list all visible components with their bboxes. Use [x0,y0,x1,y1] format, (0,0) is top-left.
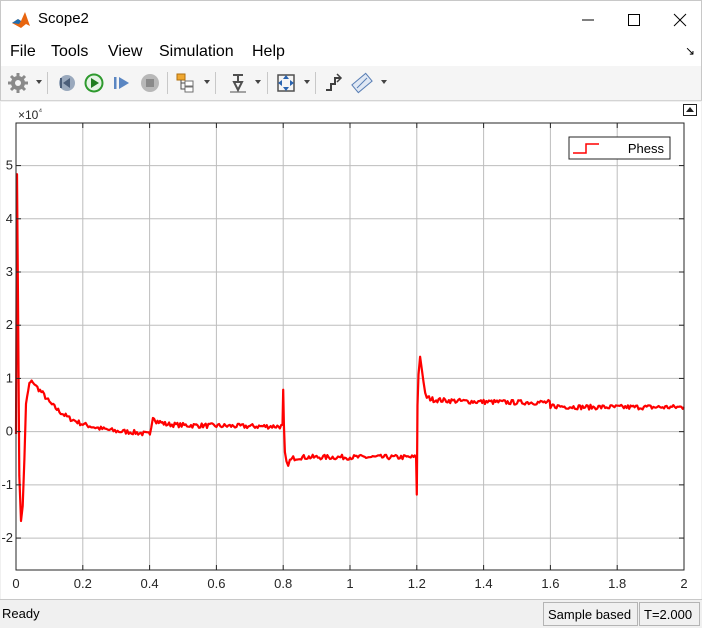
x-tick-label: 0.2 [74,576,92,591]
menu-view[interactable]: View [108,43,142,61]
y-tick-label: 5 [6,158,13,173]
minimize-icon [582,19,594,21]
minimize-button[interactable] [565,1,611,39]
x-tick-label: 1.4 [475,576,493,591]
toolbar-separator [167,72,168,94]
undock-axes-icon[interactable] [683,104,697,116]
signal-hierarchy-icon[interactable] [175,72,197,94]
close-button[interactable] [657,1,702,39]
x-tick-label: 1.2 [408,576,426,591]
legend-entry-phess: Phess [628,141,665,156]
step-back-icon[interactable] [55,72,77,94]
toolbar-separator [47,72,48,94]
x-tick-label: 2 [680,576,687,591]
stop-icon[interactable] [139,72,161,94]
status-bar: Ready Sample based T=2.000 [0,599,702,628]
x-tick-label: 1.8 [608,576,626,591]
zoom-dropdown-icon[interactable] [304,80,310,84]
step-forward-icon[interactable] [111,72,133,94]
toolbar [0,66,702,101]
scope-plot-area[interactable]: 0 0.2 0.4 0.6 0.8 1 1.2 1.4 1.6 1.8 2 -2 -1 0 1 2 3 4 5 ×10… [1,102,701,599]
title-bar: Scope2 [0,0,702,38]
y-exponent-label: ×10⁴ [18,106,42,122]
menu-tools[interactable]: Tools [51,43,88,61]
toolbar-separator [315,72,316,94]
run-icon[interactable] [83,72,105,94]
y-tick-label: -1 [1,477,13,492]
scale-axes-icon[interactable] [323,72,345,94]
x-tick-label: 0.8 [274,576,292,591]
x-tick-label: 0.6 [207,576,225,591]
y-tick-label: 2 [6,317,13,332]
y-tick-label: 0 [6,424,13,439]
scope-chart[interactable]: 0 0.2 0.4 0.6 0.8 1 1.2 1.4 1.6 1.8 2 -2 -1 0 1 2 3 4 5 ×10… [1,102,701,599]
settings-icon[interactable] [7,72,29,94]
toolbar-separator [267,72,268,94]
y-tick-label: 3 [6,264,13,279]
zoom-fit-icon[interactable] [275,72,297,94]
measurements-dropdown-icon[interactable] [381,80,387,84]
status-ready: Ready [2,606,40,621]
y-tick-label: -2 [1,530,13,545]
status-sample-mode: Sample based [543,602,638,626]
menu-simulation[interactable]: Simulation [159,43,234,61]
menu-file[interactable]: File [10,43,36,61]
highlight-dropdown-icon[interactable] [255,80,261,84]
close-icon [673,13,687,27]
highlight-block-icon[interactable] [227,72,249,94]
menu-bar: File Tools View Simulation Help ↘ [0,38,702,66]
settings-dropdown-icon[interactable] [36,80,42,84]
x-tick-label: 0.4 [141,576,159,591]
maximize-button[interactable] [611,1,657,39]
status-time: T=2.000 [639,602,700,626]
measurements-icon[interactable] [351,72,373,94]
matlab-logo-icon [12,12,30,28]
maximize-icon [628,14,640,26]
x-tick-label: 0 [12,576,19,591]
menu-help[interactable]: Help [252,43,285,61]
y-tick-label: 4 [6,211,13,226]
x-tick-label: 1.6 [541,576,559,591]
window-title: Scope2 [38,10,89,27]
toolbar-separator [215,72,216,94]
y-tick-label: 1 [6,370,13,385]
dock-arrow-icon[interactable]: ↘ [685,44,695,58]
hierarchy-dropdown-icon[interactable] [204,80,210,84]
x-tick-label: 1 [346,576,353,591]
